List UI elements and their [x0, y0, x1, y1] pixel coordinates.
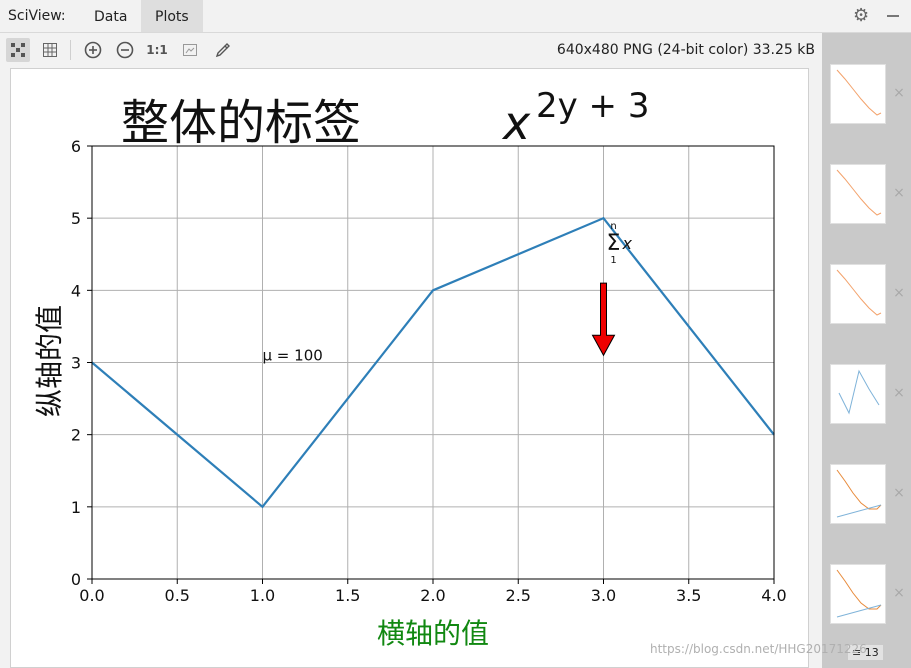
x-tick-label: 4.0 — [761, 586, 786, 605]
y-tick-label: 2 — [71, 426, 81, 445]
plot-viewer: 整体的标签 x 2y + 3 μ = 100 n Σx 1 0.0 0.5 1.0 1.5 2… — [10, 68, 809, 668]
actual-size-icon[interactable]: 1:1 — [145, 38, 169, 62]
x-tick-label: 2.5 — [506, 586, 531, 605]
chart-title: 整体的标签 — [121, 95, 361, 151]
x-tick-label: 2.0 — [420, 586, 445, 605]
minimize-icon[interactable] — [887, 15, 899, 17]
image-info: 640x480 PNG (24-bit color) 33.25 kB — [556, 42, 815, 58]
thumbnail[interactable] — [830, 264, 886, 324]
y-tick-label: 0 — [71, 570, 81, 589]
x-axis-label: 横轴的值 — [377, 617, 489, 650]
image-toolbar: 1:1 640x480 PNG (24-bit color) 33.25 kB — [0, 33, 822, 66]
annotation-arrow — [591, 282, 616, 357]
x-tick-label: 0.0 — [79, 586, 104, 605]
y-tick-label: 6 — [71, 137, 81, 156]
thumbnail[interactable] — [830, 164, 886, 224]
close-icon[interactable]: × — [892, 586, 906, 600]
grid-layer — [91, 145, 775, 580]
annotation-layer: μ = 100nΣ x1 — [263, 221, 633, 364]
watermark: https://blog.csdn.net/HHG20171226 — [650, 642, 867, 656]
zoom-out-icon[interactable] — [113, 38, 137, 62]
close-icon[interactable]: × — [892, 386, 906, 400]
top-tab-bar: SciView: Data Plots ⚙ — [0, 0, 911, 33]
background-icon[interactable] — [178, 38, 202, 62]
y-tick-label: 3 — [71, 354, 81, 373]
sciview-label: SciView: — [8, 8, 66, 24]
chart-title-math: x — [501, 96, 531, 150]
close-icon[interactable]: × — [892, 486, 906, 500]
toolbar-separator — [70, 40, 71, 60]
gear-icon[interactable]: ⚙ — [853, 7, 871, 25]
thumbnail[interactable] — [830, 564, 886, 624]
sum-annotation-variable: x — [622, 234, 633, 253]
tick-layer: 0.0 0.5 1.0 1.5 2.0 2.5 3.0 3.5 4.0 0 1 2 3 4 5 6 — [71, 137, 787, 605]
x-tick-label: 3.5 — [676, 586, 701, 605]
thumbnails-panel: × × × × × × ≡ 13 — [822, 33, 911, 668]
thumbnail[interactable] — [830, 64, 886, 124]
thumbnail[interactable] — [830, 464, 886, 524]
tab-data[interactable]: Data — [80, 0, 141, 32]
tab-plots[interactable]: Plots — [141, 0, 203, 32]
plot-chart: 整体的标签 x 2y + 3 μ = 100nΣ x1 0.0 0.5 1.0 1.5 2… — [33, 86, 787, 650]
y-axis-label: 纵轴的值 — [33, 305, 66, 417]
fit-icon[interactable] — [6, 38, 30, 62]
close-icon[interactable]: × — [892, 286, 906, 300]
x-tick-label: 3.0 — [591, 586, 616, 605]
color-picker-icon[interactable] — [211, 38, 235, 62]
x-tick-label: 0.5 — [165, 586, 190, 605]
close-icon[interactable]: × — [892, 86, 906, 100]
grid-icon[interactable] — [38, 38, 62, 62]
y-tick-label: 5 — [71, 209, 81, 228]
chart-title-math-sup: 2y + 3 — [536, 86, 650, 126]
zoom-in-icon[interactable] — [81, 38, 105, 62]
x-tick-label: 1.5 — [335, 586, 360, 605]
x-tick-label: 1.0 — [250, 586, 275, 605]
mu-annotation: μ = 100 — [263, 347, 323, 365]
y-tick-label: 4 — [71, 281, 81, 300]
y-tick-label: 1 — [71, 498, 81, 517]
thumbnail[interactable] — [830, 364, 886, 424]
sum-annotation-symbol: Σ — [607, 231, 621, 256]
sum-annotation-subscript: 1 — [610, 255, 616, 266]
close-icon[interactable]: × — [892, 186, 906, 200]
